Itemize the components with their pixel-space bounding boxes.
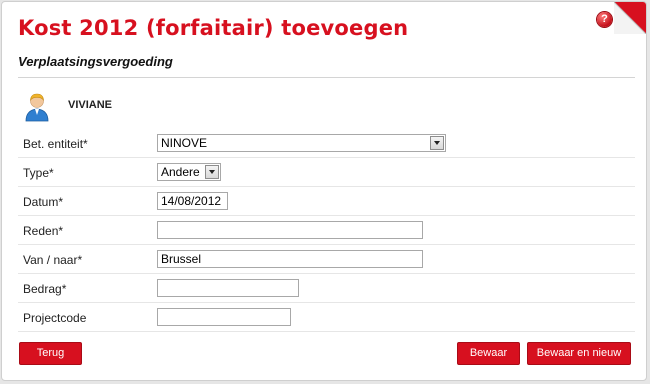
form-row-fromto: Van / naar* Brussel (18, 245, 635, 274)
form-row-reason: Reden* (18, 216, 635, 245)
reason-field[interactable] (157, 221, 423, 239)
date-field[interactable]: 14/08/2012 (157, 192, 228, 210)
back-button[interactable]: Terug (19, 342, 82, 365)
help-icon[interactable]: ? (597, 12, 612, 27)
page-fold-icon (614, 2, 646, 34)
form-row-entity: Bet. entiteit* NINOVE (18, 129, 635, 158)
form-row-project: Projectcode (18, 303, 635, 332)
dialog-panel: Kost 2012 (forfaitair) toevoegen ? Verpl… (1, 1, 647, 381)
amount-label: Bedrag* (23, 282, 67, 296)
save-button[interactable]: Bewaar (457, 342, 520, 365)
chevron-down-icon[interactable] (205, 165, 219, 179)
entity-select-value: NINOVE (161, 136, 208, 150)
date-label: Datum* (23, 195, 64, 209)
form-row-date: Datum* 14/08/2012 (18, 187, 635, 216)
user-name: VIVIANE (68, 99, 113, 111)
entity-select[interactable]: NINOVE (157, 134, 446, 152)
section-subtitle: Verplaatsingsvergoeding (18, 54, 173, 69)
project-field[interactable] (157, 308, 291, 326)
type-label: Type* (23, 166, 54, 180)
amount-field[interactable] (157, 279, 299, 297)
header-divider (18, 77, 635, 78)
type-select[interactable]: Andere (157, 163, 221, 181)
save-and-new-button[interactable]: Bewaar en nieuw (527, 342, 631, 365)
user-avatar-icon (25, 93, 49, 122)
chevron-down-icon[interactable] (430, 136, 444, 150)
project-label: Projectcode (23, 311, 87, 325)
entity-label: Bet. entiteit* (23, 137, 88, 151)
reason-label: Reden* (23, 224, 64, 238)
fromto-field[interactable]: Brussel (157, 250, 423, 268)
page-title: Kost 2012 (forfaitair) toevoegen (18, 16, 409, 40)
form-row-type: Type* Andere (18, 158, 635, 187)
type-select-value: Andere (161, 165, 200, 179)
form-row-amount: Bedrag* (18, 274, 635, 303)
fromto-label: Van / naar* (23, 253, 83, 267)
